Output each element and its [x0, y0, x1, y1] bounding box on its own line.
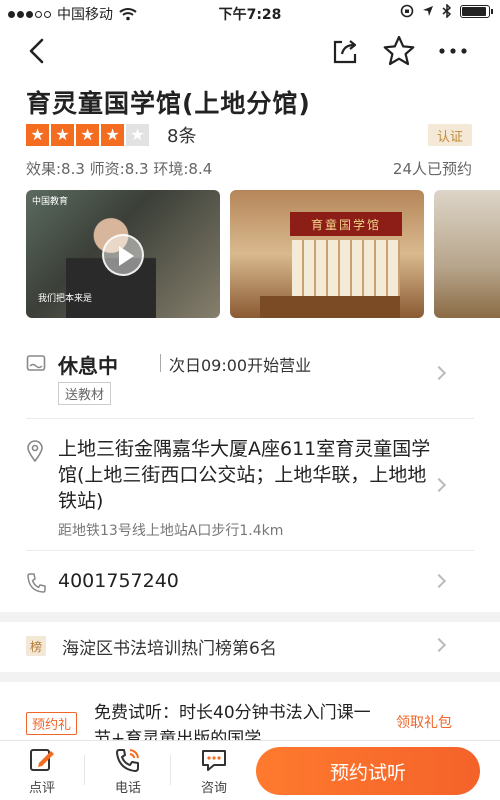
battery-level [462, 6, 486, 16]
back-arrow-icon[interactable] [22, 36, 52, 66]
distance-text: 距地铁13号线上地站A口步行1.4km [58, 523, 284, 539]
photo-interior[interactable]: 育童国学馆 [230, 190, 424, 318]
bottom-separator [170, 755, 171, 785]
location-pin-icon [27, 440, 43, 462]
hours-row[interactable]: 休息中 次日09:00开始营业 送教材 [26, 350, 474, 406]
review-label: 点评 [28, 781, 55, 796]
review-button[interactable]: 点评 [12, 747, 72, 799]
chevron-right-icon [431, 365, 447, 381]
promotion-text: 免费试听：时长40分钟书法入门课一节+育灵童出版的国学 [94, 703, 371, 740]
star-filled-icon: ★ [51, 124, 74, 146]
section-gap [0, 612, 500, 622]
divider [26, 418, 474, 419]
phone-icon [27, 573, 46, 593]
video-thumbnail[interactable]: 中国教育 我们把本来是 [26, 190, 220, 318]
book-trial-button[interactable]: 预约试听 [256, 747, 480, 795]
edit-review-icon [30, 749, 54, 771]
star-filled-icon: ★ [76, 124, 99, 146]
bottom-action-bar: 点评 电话 咨询 预约试听 [0, 740, 500, 800]
chevron-right-icon [431, 573, 447, 589]
hours-status: 休息中 [58, 354, 118, 378]
rating-row: ★ ★ ★ ★ ★ 8条 [26, 122, 196, 148]
address-row[interactable]: 上地三街金隅嘉华大厦A座611室育灵童国学馆(上地三街西口公交站；上地华联，上地… [26, 436, 474, 540]
consult-label: 咨询 [200, 781, 227, 796]
video-caption: 我们把本来是 [38, 294, 93, 304]
more-dots-icon[interactable] [436, 36, 470, 66]
booked-count: 24人已预约 [392, 160, 472, 178]
star-outline-icon[interactable] [382, 34, 416, 68]
call-button[interactable]: 电话 [98, 747, 158, 799]
phone-number: 4001757240 [58, 570, 179, 592]
promotion-row[interactable]: 预约礼 免费试听：时长40分钟书法入门课一节+育灵童出版的国学 领取礼包 [26, 700, 474, 740]
bluetooth-icon [442, 4, 452, 18]
status-bar: 中国移动 下午7:28 [0, 0, 500, 26]
shop-sign: 育童国学馆 [290, 212, 402, 236]
reception-desk [260, 296, 400, 318]
rating-stars: ★ ★ ★ ★ ★ [26, 124, 149, 146]
certified-badge: 认证 [428, 124, 472, 146]
star-filled-icon: ★ [26, 124, 49, 146]
chat-icon [202, 750, 226, 771]
star-empty-icon: ★ [126, 124, 149, 146]
ranking-badge: 榜 [26, 636, 46, 656]
phone-row[interactable]: 4001757240 [26, 570, 474, 600]
ranking-row[interactable]: 榜 海淀区书法培训热门榜第6名 [26, 634, 474, 660]
promotion-tag: 预约礼 [26, 712, 78, 735]
location-arrow-icon [423, 6, 433, 16]
scores-text: 效果:8.3 师资:8.3 环境:8.4 [26, 160, 213, 178]
consult-button[interactable]: 咨询 [184, 747, 244, 799]
review-count[interactable]: 8条 [167, 122, 196, 148]
photo-classroom[interactable] [434, 190, 500, 318]
hours-icon [26, 355, 46, 371]
hours-next-open: 次日09:00开始营业 [169, 356, 312, 375]
play-icon[interactable] [102, 234, 144, 276]
venue-title: 育灵童国学馆(上地分馆) [26, 89, 311, 118]
claim-gift-link[interactable]: 领取礼包 [396, 712, 452, 732]
nav-bar [0, 26, 500, 78]
bottom-separator [84, 755, 85, 785]
address-text: 上地三街金隅嘉华大厦A座611室育灵童国学馆(上地三街西口公交站；上地华联，上地… [58, 438, 431, 512]
divider [26, 550, 474, 551]
phone-call-icon [116, 749, 139, 772]
feature-tag: 送教材 [58, 382, 112, 405]
orientation-lock-icon [400, 4, 414, 18]
hours-separator [160, 354, 161, 372]
ranking-text: 海淀区书法培训热门榜第6名 [62, 639, 277, 659]
phone-label: 电话 [114, 781, 141, 796]
battery-icon [460, 4, 493, 18]
chevron-right-icon [431, 637, 447, 653]
status-right [400, 4, 493, 18]
section-gap [0, 672, 500, 682]
star-filled-icon: ★ [101, 124, 124, 146]
video-tag: 中国教育 [32, 197, 69, 207]
photo-gallery[interactable]: 中国教育 我们把本来是 育童国学馆 [26, 190, 500, 318]
share-icon[interactable] [330, 36, 360, 66]
